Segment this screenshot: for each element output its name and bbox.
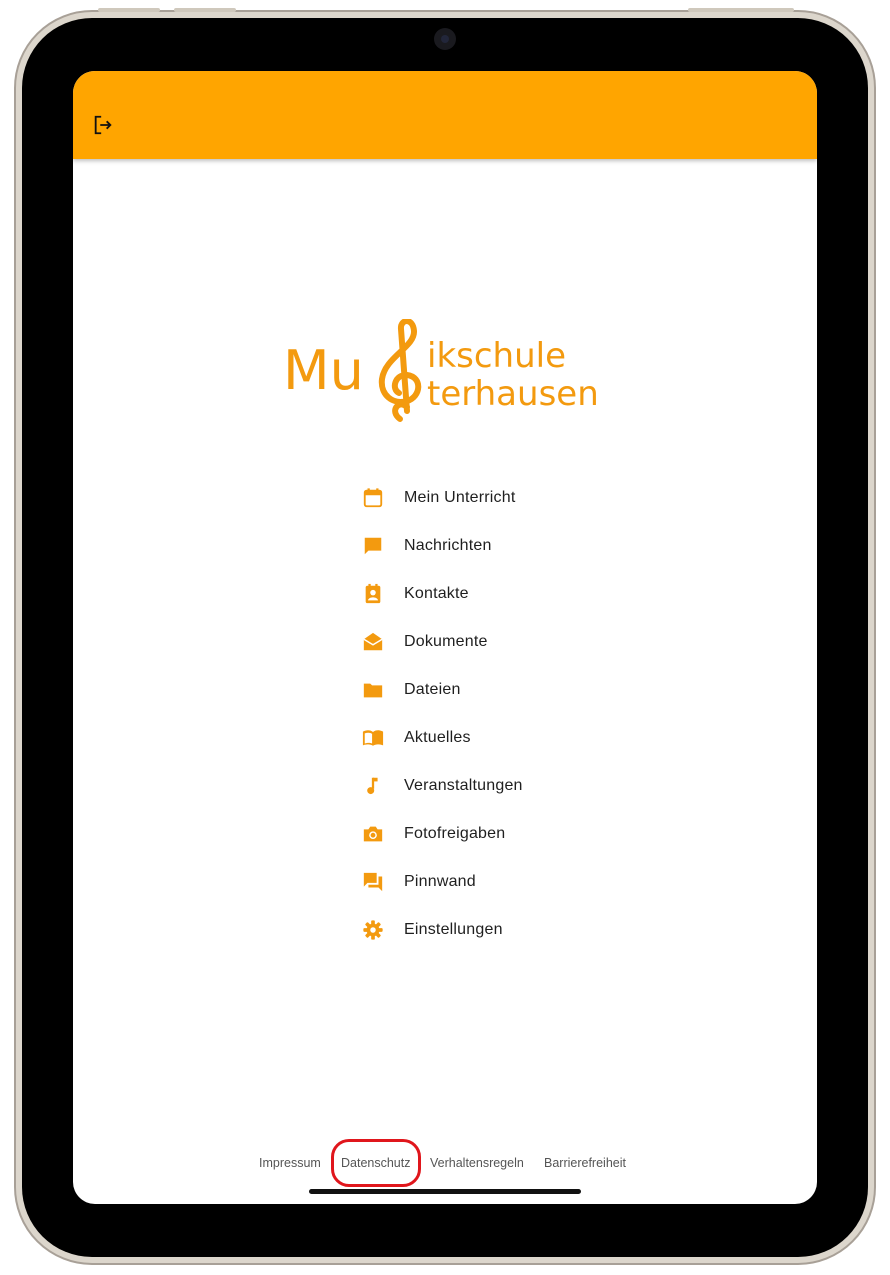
music-note-icon <box>367 777 378 795</box>
menu-item-dokumente[interactable]: Dokumente <box>359 618 659 666</box>
menu-item-label: Kontakte <box>404 585 469 602</box>
menu-item-fotofreigaben[interactable]: Fotofreigaben <box>359 810 659 858</box>
app-screen: Mu ikschule terhausen Mein Unterricht Na… <box>73 71 817 1204</box>
front-camera <box>434 28 456 50</box>
school-logo: Mu ikschule terhausen <box>283 319 599 422</box>
menu-item-label: Nachrichten <box>404 537 492 554</box>
menu-item-kontakte[interactable]: Kontakte <box>359 570 659 618</box>
svg-text:ikschule: ikschule <box>427 336 566 376</box>
volume-button <box>98 8 160 12</box>
menu-item-veranstaltungen[interactable]: Veranstaltungen <box>359 762 659 810</box>
menu-item-mein-unterricht[interactable]: Mein Unterricht <box>359 474 659 522</box>
app-bar <box>73 71 817 159</box>
menu-item-label: Einstellungen <box>404 921 503 938</box>
volume-button <box>174 8 236 12</box>
main-menu: Mein Unterricht Nachrichten Kontakte Dok… <box>359 474 659 954</box>
home-indicator[interactable] <box>309 1189 581 1194</box>
menu-item-label: Pinnwand <box>404 873 476 890</box>
menu-item-label: Mein Unterricht <box>404 489 516 506</box>
camera-icon <box>363 826 383 842</box>
menu-item-pinnwand[interactable]: Pinnwand <box>359 858 659 906</box>
gear-icon <box>363 920 383 940</box>
svg-text:terhausen: terhausen <box>427 374 599 414</box>
menu-item-label: Veranstaltungen <box>404 777 523 794</box>
contacts-icon <box>365 583 381 604</box>
footer-links: Impressum Datenschutz Verhaltensregeln B… <box>73 1151 817 1177</box>
forum-icon <box>363 872 383 892</box>
footer-link-barrierefreiheit[interactable]: Barrierefreiheit <box>544 1156 626 1170</box>
menu-item-label: Aktuelles <box>404 729 471 746</box>
menu-item-dateien[interactable]: Dateien <box>359 666 659 714</box>
logout-icon <box>94 115 112 135</box>
treble-clef-icon <box>378 319 422 422</box>
message-icon <box>364 537 382 555</box>
logout-button[interactable] <box>89 111 117 139</box>
menu-item-aktuelles[interactable]: Aktuelles <box>359 714 659 762</box>
menu-item-label: Dateien <box>404 681 461 698</box>
svg-text:Mu: Mu <box>283 339 364 402</box>
book-icon <box>362 730 384 746</box>
calendar-icon <box>363 488 383 508</box>
footer-link-verhaltensregeln[interactable]: Verhaltensregeln <box>430 1156 524 1170</box>
menu-item-label: Fotofreigaben <box>404 825 506 842</box>
envelope-open-icon <box>363 632 383 651</box>
menu-item-label: Dokumente <box>404 633 488 650</box>
menu-item-einstellungen[interactable]: Einstellungen <box>359 906 659 954</box>
highlight-annotation <box>331 1139 421 1187</box>
menu-item-nachrichten[interactable]: Nachrichten <box>359 522 659 570</box>
footer-link-impressum[interactable]: Impressum <box>259 1156 321 1170</box>
power-button <box>688 8 794 12</box>
folder-icon <box>363 683 383 698</box>
